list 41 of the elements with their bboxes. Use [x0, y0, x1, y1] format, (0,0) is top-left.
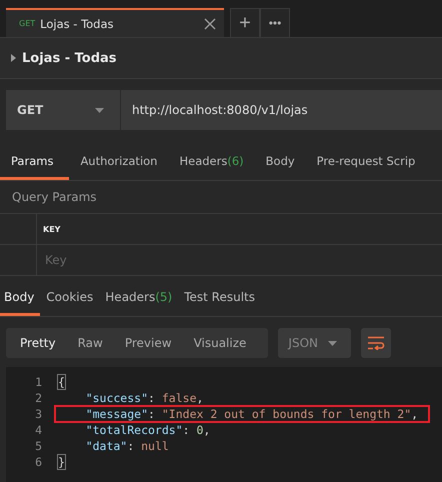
response-tab[interactable]: Body [0, 281, 40, 316]
line-number: 2 [34, 391, 43, 405]
code-line: "totalRecords": 0, [84, 422, 212, 439]
caret-icon [328, 340, 338, 346]
request-section-tab[interactable]: Headers(6) [168, 146, 255, 180]
new-tab-button[interactable]: + [230, 8, 260, 37]
method-select[interactable]: GET [6, 90, 121, 130]
response-tab[interactable]: Headers(5) [99, 281, 178, 316]
close-icon[interactable] [204, 18, 216, 30]
view-mode-button[interactable]: Raw [72, 328, 117, 358]
wrap-button[interactable] [361, 328, 392, 358]
code-line: "success": false, [84, 390, 204, 407]
section-title: Query Params [12, 190, 97, 204]
response-tab[interactable]: Test Results [178, 281, 262, 316]
request-section-tab[interactable]: Body [254, 146, 306, 180]
key-input[interactable]: Key [43, 252, 147, 268]
url-field[interactable]: http://localhost:8080/v1/lojas [121, 90, 442, 130]
response-tab[interactable]: Cookies [40, 281, 100, 316]
code-line: { [57, 374, 66, 391]
more-button[interactable]: ••• [260, 8, 290, 37]
request-section-tab[interactable]: Authorization [69, 146, 168, 180]
line-number: 1 [34, 375, 43, 389]
view-mode-button[interactable]: Visualize [188, 328, 260, 358]
column-header: KEY [43, 224, 60, 234]
request-section-tab[interactable]: Params [0, 146, 70, 180]
request-tab[interactable]: GET Lojas - Todas [6, 8, 224, 37]
caret-icon [95, 108, 104, 112]
tab-title: Lojas - Todas [40, 16, 115, 30]
request-section-tab[interactable]: Pre-request Scrip [306, 146, 426, 180]
wrap-lines-icon [367, 336, 386, 350]
line-number: 6 [34, 455, 43, 469]
request-name: Lojas - Todas [22, 50, 117, 66]
method-label: GET [19, 19, 36, 28]
line-number: 5 [34, 439, 43, 453]
expand-icon[interactable] [11, 54, 16, 62]
code-line: } [57, 454, 66, 471]
line-number: 4 [34, 423, 43, 437]
view-mode-button[interactable]: Preview [118, 328, 186, 358]
code-line: "data": null [84, 438, 170, 455]
view-mode-button[interactable]: Pretty [14, 328, 70, 358]
line-number: 3 [34, 407, 43, 421]
